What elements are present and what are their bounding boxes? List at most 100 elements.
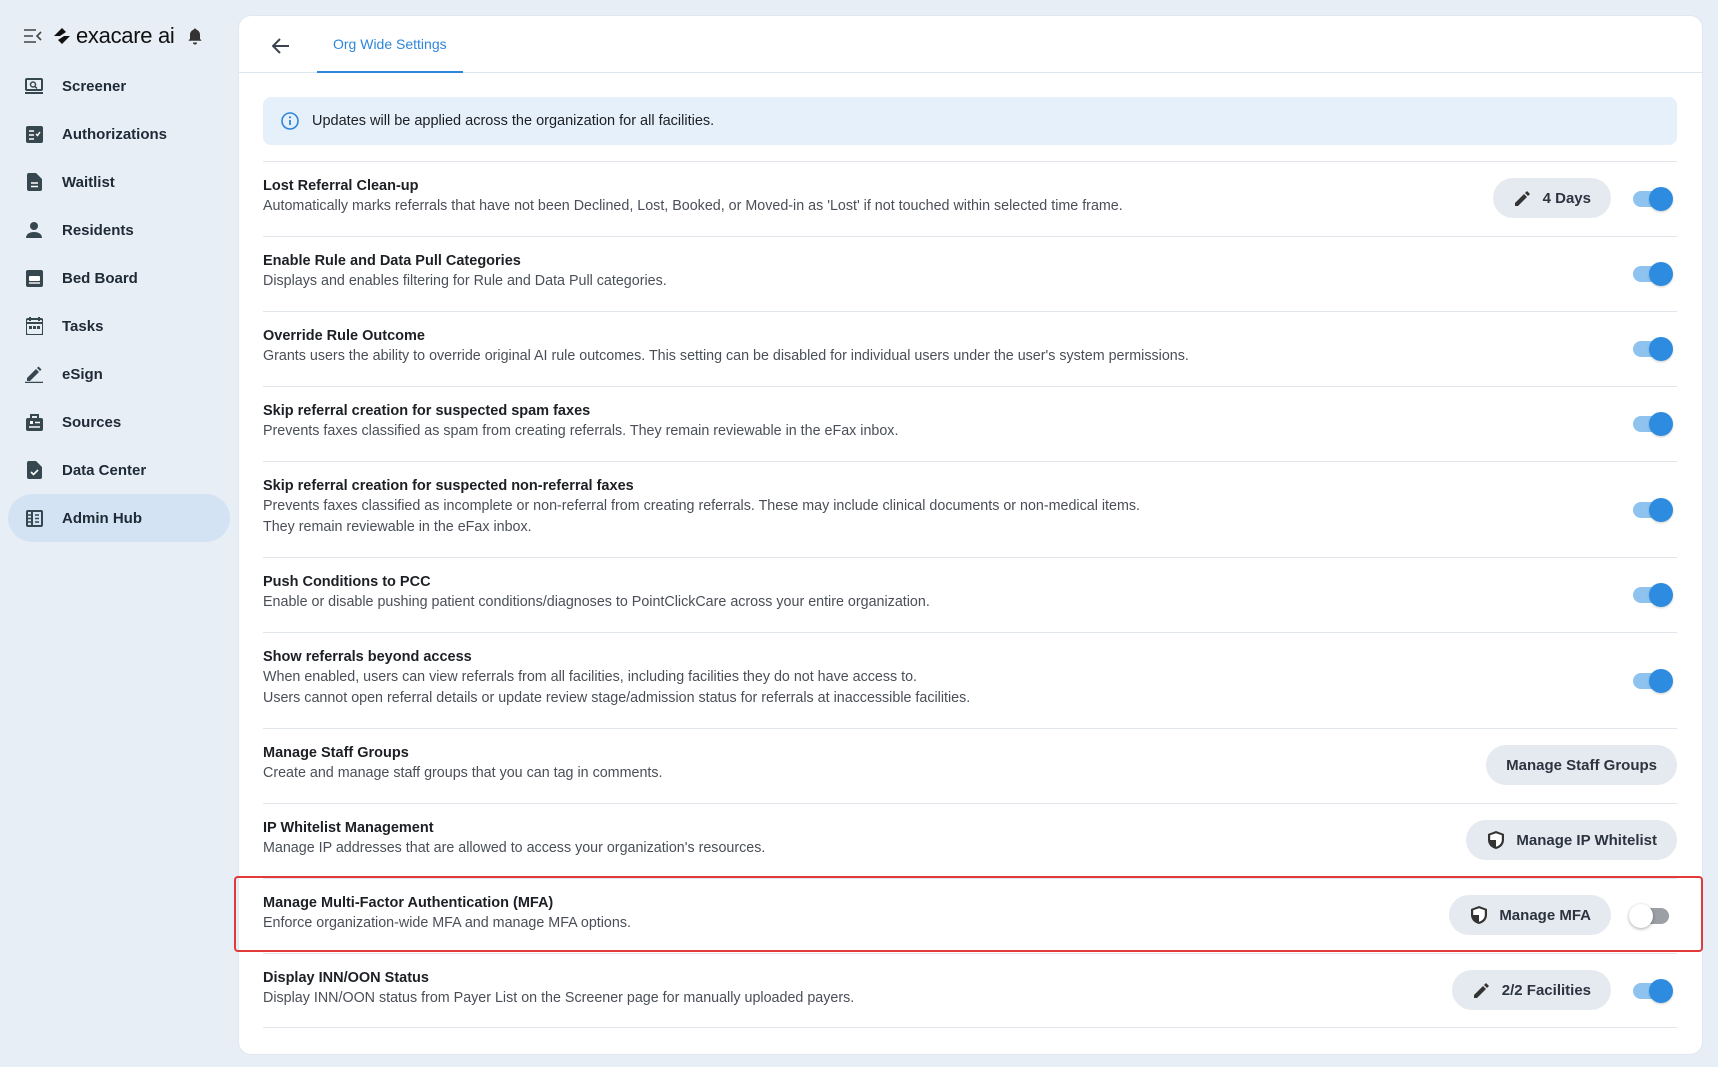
info-banner: Updates will be applied across the organ… (263, 97, 1677, 145)
inn-oon-toggle[interactable] (1633, 979, 1673, 1003)
sidebar-item-screener[interactable]: Screener (8, 62, 230, 110)
setting-title: Skip referral creation for suspected non… (263, 478, 634, 494)
sidebar-item-label: eSign (62, 365, 103, 383)
mfa-toggle[interactable] (1629, 904, 1669, 928)
calendar-icon (23, 315, 45, 337)
referrals-beyond-access-toggle[interactable] (1633, 669, 1673, 693)
setting-title: Skip referral creation for suspected spa… (263, 403, 591, 419)
brand-bar: exacare ai (22, 22, 205, 50)
sidebar-item-authorizations[interactable]: Authorizations (8, 110, 230, 158)
setting-description: Prevents faxes classified as spam from c… (263, 423, 899, 439)
pen-icon (23, 363, 45, 385)
sidebar-item-label: Bed Board (62, 269, 138, 287)
setting-row-ip-whitelist: IP Whitelist Management Manage IP addres… (263, 803, 1677, 878)
setting-row-inn-oon-status: Display INN/OON Status Display INN/OON s… (263, 953, 1677, 1028)
exacare-logo[interactable]: exacare ai (52, 23, 175, 49)
sidebar-item-label: Waitlist (62, 173, 115, 191)
manage-mfa-label: Manage MFA (1499, 906, 1591, 924)
setting-description: Manage IP addresses that are allowed to … (263, 840, 766, 856)
days-button-label: 4 Days (1542, 189, 1591, 207)
back-arrow-icon[interactable] (269, 34, 293, 58)
sidebar-item-bed-board[interactable]: Bed Board (8, 254, 230, 302)
setting-description-line2: They remain reviewable in the eFax inbox… (263, 519, 532, 535)
setting-title: Enable Rule and Data Pull Categories (263, 253, 521, 269)
facilities-button[interactable]: 2/2 Facilities (1451, 970, 1611, 1010)
toggle-knob (1649, 583, 1673, 607)
lost-referral-toggle[interactable] (1633, 187, 1673, 211)
toggle-knob (1649, 412, 1673, 436)
setting-description-line2: Users cannot open referral details or up… (263, 690, 971, 706)
setting-row-mfa: Manage Multi-Factor Authentication (MFA)… (263, 878, 1677, 953)
setting-description: Displays and enables filtering for Rule … (263, 273, 667, 289)
person-icon (23, 219, 45, 241)
edit-days-button[interactable]: 4 Days (1492, 178, 1611, 218)
manage-mfa-button[interactable]: Manage MFA (1449, 895, 1611, 935)
topbar: Org Wide Settings (239, 16, 1702, 73)
info-icon (280, 111, 300, 131)
pencil-icon (1513, 188, 1533, 208)
setting-row-referrals-beyond-access: Show referrals beyond access When enable… (263, 632, 1677, 728)
waitlist-icon (23, 171, 45, 193)
sources-icon (23, 411, 45, 433)
main-panel: Org Wide Settings Updates will be applie… (239, 16, 1702, 1054)
sidebar-nav: Screener Authorizations Waitlist Residen… (8, 62, 230, 542)
setting-title: Show referrals beyond access (263, 649, 472, 665)
setting-description: Grants users the ability to override ori… (263, 348, 1189, 364)
non-referral-faxes-toggle[interactable] (1633, 498, 1673, 522)
data-center-icon (23, 459, 45, 481)
setting-row-override-rule-outcome: Override Rule Outcome Grants users the a… (263, 311, 1677, 386)
admin-hub-icon (23, 507, 45, 529)
setting-description: Automatically marks referrals that have … (263, 198, 1123, 214)
setting-row-lost-referral-cleanup: Lost Referral Clean-up Automatically mar… (263, 161, 1677, 236)
toggle-knob (1649, 979, 1673, 1003)
banner-text: Updates will be applied across the organ… (312, 113, 715, 129)
setting-row-spam-faxes: Skip referral creation for suspected spa… (263, 386, 1677, 461)
toggle-knob (1649, 337, 1673, 361)
setting-title: Push Conditions to PCC (263, 574, 431, 590)
sidebar-item-data-center[interactable]: Data Center (8, 446, 230, 494)
bell-icon[interactable] (185, 26, 205, 46)
setting-title: Manage Multi-Factor Authentication (MFA) (263, 895, 554, 911)
setting-row-push-conditions: Push Conditions to PCC Enable or disable… (263, 557, 1677, 632)
sidebar-item-tasks[interactable]: Tasks (8, 302, 230, 350)
toggle-knob (1649, 669, 1673, 693)
setting-description: Create and manage staff groups that you … (263, 765, 663, 781)
setting-description: When enabled, users can view referrals f… (263, 669, 917, 685)
sidebar-item-label: Authorizations (62, 125, 167, 143)
sidebar-item-label: Tasks (62, 317, 104, 335)
sidebar-item-label: Admin Hub (62, 509, 142, 527)
sidebar-item-label: Screener (62, 77, 127, 95)
shield-icon (1469, 905, 1489, 925)
exacare-logo-icon (54, 28, 70, 44)
push-conditions-toggle[interactable] (1633, 583, 1673, 607)
sidebar-item-sources[interactable]: Sources (8, 398, 230, 446)
setting-title: IP Whitelist Management (263, 820, 434, 836)
setting-description: Enable or disable pushing patient condit… (263, 594, 930, 610)
bed-board-icon (23, 267, 45, 289)
setting-description: Prevents faxes classified as incomplete … (263, 498, 1140, 514)
rule-data-pull-toggle[interactable] (1633, 262, 1673, 286)
spam-faxes-toggle[interactable] (1633, 412, 1673, 436)
sidebar-item-admin-hub[interactable]: Admin Hub (8, 494, 230, 542)
sidebar-item-label: Residents (62, 221, 134, 239)
setting-row-staff-groups: Manage Staff Groups Create and manage st… (263, 728, 1677, 803)
toggle-knob (1649, 262, 1673, 286)
toggle-knob (1649, 187, 1673, 211)
shield-icon (1486, 830, 1506, 850)
manage-ip-whitelist-label: Manage IP Whitelist (1516, 831, 1657, 849)
manage-ip-whitelist-button[interactable]: Manage IP Whitelist (1466, 820, 1677, 860)
manage-staff-groups-button[interactable]: Manage Staff Groups (1486, 745, 1677, 785)
sidebar-item-esign[interactable]: eSign (8, 350, 230, 398)
tab-org-wide-settings[interactable]: Org Wide Settings (317, 16, 463, 73)
brand-name: exacare ai (76, 23, 175, 48)
setting-description: Display INN/OON status from Payer List o… (263, 990, 855, 1006)
sidebar-item-label: Data Center (62, 461, 147, 479)
pencil-icon (1472, 980, 1492, 1000)
sidebar-item-residents[interactable]: Residents (8, 206, 230, 254)
sidebar-item-waitlist[interactable]: Waitlist (8, 158, 230, 206)
setting-description: Enforce organization-wide MFA and manage… (263, 915, 631, 931)
override-rule-toggle[interactable] (1633, 337, 1673, 361)
collapse-menu-icon[interactable] (22, 25, 44, 47)
screener-icon (23, 75, 45, 97)
setting-title: Manage Staff Groups (263, 745, 409, 761)
